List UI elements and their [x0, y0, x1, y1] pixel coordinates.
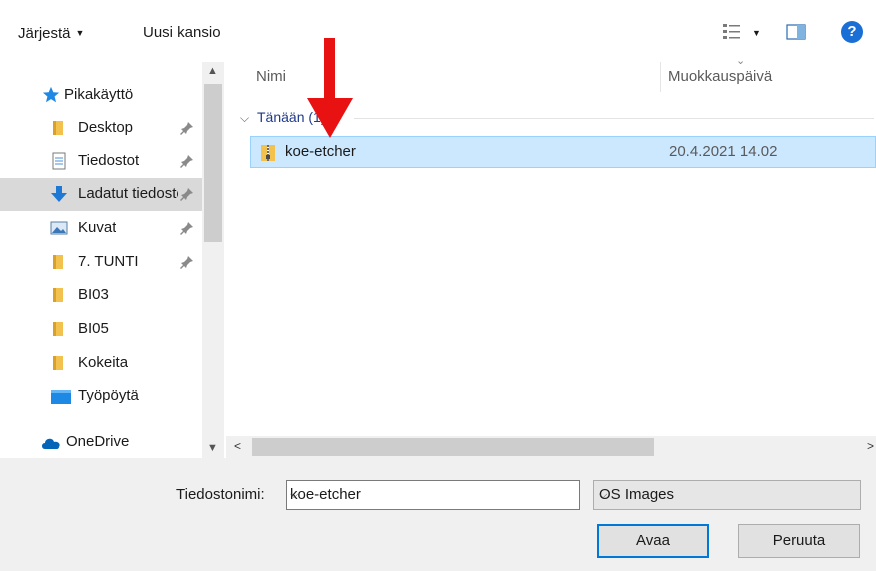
nav-item-pictures[interactable]: Kuvat [0, 212, 202, 245]
column-separator[interactable] [660, 62, 661, 92]
documents-icon [52, 152, 66, 170]
nav-item-label: 7. TUNTI [78, 253, 139, 270]
scroll-up-icon[interactable]: ▲ [207, 65, 218, 77]
folder-icon [53, 121, 63, 135]
organize-button[interactable]: Järjestä ▼ [18, 22, 84, 44]
help-icon[interactable]: ? [841, 21, 863, 43]
preview-pane-icon[interactable] [786, 24, 806, 40]
chevron-down-icon[interactable]: ⌵ [599, 481, 852, 509]
nav-item-downloads[interactable]: Ladatut tiedostot [0, 178, 202, 211]
pin-icon[interactable] [180, 187, 194, 201]
nav-item-documents[interactable]: Tiedostot [0, 145, 202, 178]
column-header-name[interactable]: Nimi [256, 62, 286, 92]
organize-label: Järjestä [18, 25, 71, 42]
file-date-modified: 20.4.2021 14.02 [669, 143, 778, 160]
nav-item-bi03[interactable]: BI03 [0, 279, 202, 312]
nav-item-kokeita[interactable]: Kokeita [0, 347, 202, 380]
folder-icon [53, 322, 63, 336]
view-options-icon[interactable] [722, 22, 742, 42]
red-annotation-arrow-icon [307, 38, 353, 138]
chevron-down-icon: ⌵ [240, 111, 250, 125]
nav-item-label: Kuvat [78, 219, 117, 236]
cloud-icon [42, 438, 60, 449]
nav-item-bi05[interactable]: BI05 [0, 313, 202, 346]
scrollbar-thumb[interactable] [252, 438, 654, 456]
nav-item-label: Työpöytä [78, 387, 139, 404]
nav-item-label: OneDrive [66, 433, 130, 450]
folder-icon [53, 288, 63, 302]
nav-item-label: Desktop [78, 119, 134, 136]
view-caret-down-icon[interactable]: ▼ [752, 22, 761, 44]
dialog-footer: Tiedostonimi: koe-etcher ⌵ OS Images ⌵ A… [0, 458, 876, 571]
caret-down-icon: ▼ [75, 28, 85, 38]
scroll-right-icon[interactable]: > [867, 439, 874, 453]
open-button[interactable]: Avaa [597, 524, 709, 558]
pin-icon[interactable] [180, 121, 194, 135]
folder-icon [53, 255, 63, 269]
cancel-button[interactable]: Peruuta [738, 524, 860, 558]
nav-item-label: BI03 [78, 286, 109, 303]
scrollbar-thumb[interactable] [204, 84, 222, 242]
file-type-filter-select[interactable]: OS Images ⌵ [593, 480, 861, 510]
nav-item-tyopoyta[interactable]: Työpöytä [0, 380, 202, 413]
list-horizontal-scrollbar[interactable]: < > [226, 436, 876, 458]
nav-item-7-tunti[interactable]: 7. TUNTI [0, 246, 202, 279]
nav-vertical-scrollbar[interactable]: ▲ ▼ [202, 62, 224, 460]
filename-combobox[interactable]: koe-etcher ⌵ [286, 480, 580, 510]
pin-icon[interactable] [180, 255, 194, 269]
command-bar: Järjestä ▼ Uusi kansio ▼ ? [0, 0, 876, 62]
scroll-left-icon[interactable]: < [234, 439, 241, 453]
pin-icon[interactable] [180, 221, 194, 235]
nav-item-label: Ladatut tiedostot [78, 185, 178, 202]
pictures-icon [50, 221, 68, 235]
desktop-icon [51, 390, 71, 404]
nav-item-desktop[interactable]: Desktop [0, 112, 202, 145]
table-row[interactable]: koe-etcher 20.4.2021 14.02 [250, 136, 876, 168]
new-folder-button[interactable]: Uusi kansio [143, 22, 221, 44]
file-name: koe-etcher [285, 143, 356, 160]
chevron-down-icon[interactable]: ⌵ [290, 481, 571, 509]
pin-icon[interactable] [180, 154, 194, 168]
nav-item-label: Tiedostot [78, 152, 140, 169]
star-icon [42, 86, 60, 103]
column-header-date-modified[interactable]: Muokkauspäivä [668, 62, 772, 92]
download-arrow-icon [51, 186, 67, 202]
nav-item-onedrive[interactable]: OneDrive [0, 426, 202, 459]
nav-item-label: Kokeita [78, 354, 129, 371]
scroll-down-icon[interactable]: ▼ [207, 442, 218, 454]
filename-label: Tiedostonimi: [176, 486, 265, 503]
group-divider [354, 118, 874, 119]
nav-item-label: BI05 [78, 320, 109, 337]
nav-item-label: Pikakäyttö [64, 86, 134, 103]
navigation-pane: Pikakäyttö Desktop Tiedostot Ladatut tie… [0, 62, 226, 460]
folder-icon [53, 356, 63, 370]
zip-folder-icon [261, 145, 275, 161]
nav-item-quick-access[interactable]: Pikakäyttö [0, 78, 202, 111]
